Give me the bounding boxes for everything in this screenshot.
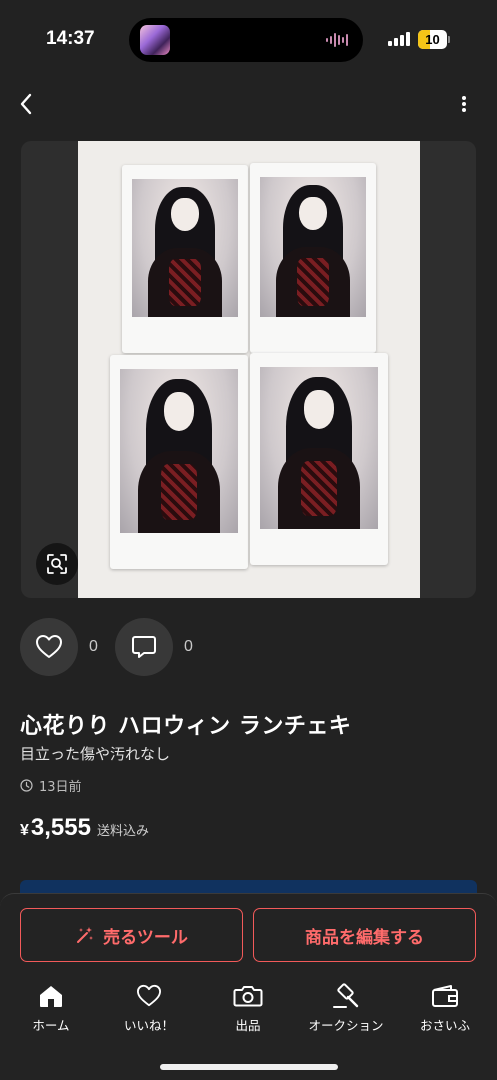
- posted-time: 13日前: [20, 776, 82, 795]
- status-bar: 14:37 10: [0, 0, 497, 80]
- comment-button[interactable]: [115, 618, 173, 676]
- product-image-carousel[interactable]: [21, 141, 476, 598]
- home-indicator[interactable]: [160, 1064, 338, 1070]
- like-count: 0: [89, 638, 98, 655]
- home-icon: [40, 986, 62, 1007]
- chevron-left-icon: [20, 93, 32, 115]
- tab-auction-label: オークション: [308, 1018, 384, 1033]
- gavel-icon: [333, 983, 359, 1008]
- cheki-photo-1: [122, 165, 248, 353]
- currency-symbol: ¥: [20, 822, 29, 839]
- tab-likes[interactable]: いいね！: [109, 982, 189, 1034]
- audio-wave-icon: [326, 33, 348, 47]
- edit-item-label: 商品を編集する: [305, 927, 424, 948]
- signal-icon: [388, 32, 410, 46]
- clock-icon: [20, 779, 33, 792]
- like-button[interactable]: [20, 618, 78, 676]
- heart-icon: [136, 984, 161, 1007]
- dynamic-island[interactable]: [129, 18, 363, 62]
- image-search-icon: [47, 554, 67, 574]
- tab-auction[interactable]: オークション: [306, 982, 386, 1034]
- now-playing-thumbnail: [140, 25, 170, 55]
- item-price: ¥ 3,555 送料込み: [20, 814, 149, 842]
- battery-level: 10: [425, 32, 440, 47]
- shipping-info: 送料込み: [96, 824, 149, 839]
- product-photo: [78, 141, 420, 598]
- cheki-photo-2: [250, 163, 376, 353]
- item-title: 心花りり ハロウィン ランチェキ: [20, 714, 352, 739]
- tab-listing[interactable]: 出品: [208, 982, 288, 1034]
- sell-tool-button[interactable]: 売るツール: [20, 908, 243, 962]
- comment-icon: [132, 636, 156, 658]
- camera-icon: [233, 986, 263, 1007]
- price-amount: 3,555: [30, 814, 91, 841]
- tab-listing-label: 出品: [235, 1018, 261, 1033]
- heart-icon: [36, 635, 62, 658]
- vertical-ellipsis-icon: [462, 96, 466, 112]
- edit-item-button[interactable]: 商品を編集する: [253, 908, 476, 962]
- cheki-photo-3: [110, 355, 248, 569]
- sell-tool-label: 売るツール: [103, 927, 188, 948]
- image-search-button[interactable]: [36, 543, 78, 585]
- tab-wallet-label: おさいふ: [419, 1018, 470, 1033]
- tab-wallet[interactable]: おさいふ: [405, 982, 485, 1034]
- tab-likes-label: いいね！: [123, 1018, 174, 1033]
- more-options-button[interactable]: [453, 92, 475, 116]
- status-time: 14:37: [46, 28, 95, 49]
- tab-home[interactable]: ホーム: [11, 982, 91, 1034]
- tab-home-label: ホーム: [32, 1018, 70, 1033]
- battery-icon: 10: [418, 30, 450, 49]
- item-condition: 目立った傷や汚れなし: [20, 745, 171, 763]
- back-button[interactable]: [14, 90, 38, 118]
- wallet-icon: [432, 985, 458, 1007]
- cheki-photo-4: [250, 353, 388, 565]
- comment-count: 0: [184, 638, 193, 655]
- posted-time-label: 13日前: [39, 780, 82, 795]
- magic-wand-icon: [77, 927, 94, 943]
